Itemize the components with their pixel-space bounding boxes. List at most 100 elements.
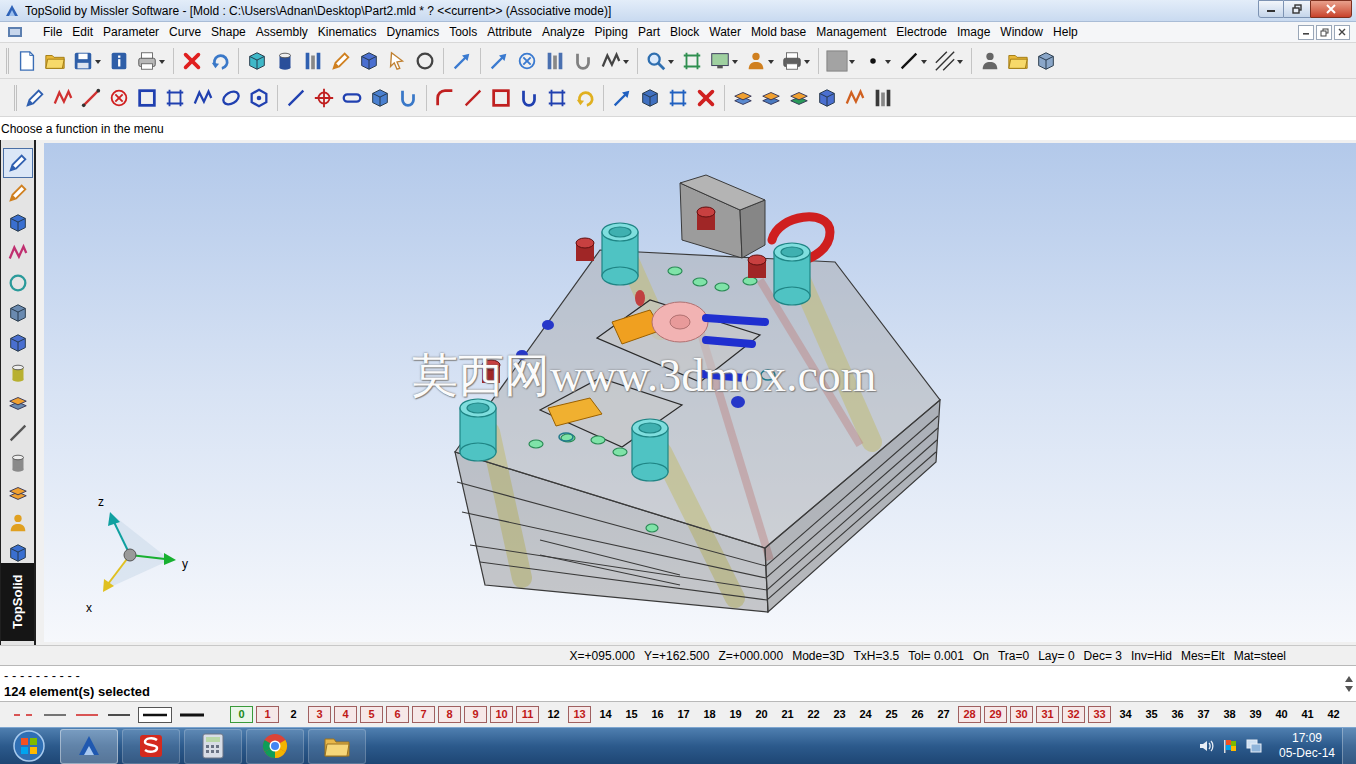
menu-item[interactable]: Mold base [746, 23, 811, 41]
polyline-button[interactable] [49, 83, 77, 113]
dropdown-arrow-icon[interactable] [731, 50, 739, 72]
menu-item[interactable]: Management [811, 23, 891, 41]
layer-button[interactable]: 25 [880, 706, 903, 723]
dropdown-arrow-icon[interactable] [920, 50, 928, 72]
circle-center-button[interactable] [105, 83, 133, 113]
ejector-button[interactable] [841, 83, 869, 113]
layer-button[interactable]: 19 [724, 706, 747, 723]
dropdown-arrow-icon[interactable] [848, 50, 856, 72]
layer-button[interactable]: 34 [1114, 706, 1137, 723]
sketch-button[interactable] [21, 83, 49, 113]
layer-button[interactable]: 8 [438, 706, 461, 723]
layer-button[interactable]: 41 [1296, 706, 1319, 723]
line-type-button[interactable] [895, 46, 931, 76]
transform-button[interactable] [636, 83, 664, 113]
edit-button[interactable] [327, 46, 355, 76]
menu-item[interactable]: Analyze [537, 23, 590, 41]
curve-menu-button[interactable] [3, 148, 33, 178]
taskbar-chrome[interactable] [246, 729, 304, 764]
menu-item[interactable]: Tools [444, 23, 482, 41]
layer-button[interactable]: 38 [1218, 706, 1241, 723]
shaded-view-button[interactable] [243, 46, 271, 76]
layer-button[interactable]: 11 [516, 706, 539, 723]
mdi-restore-button[interactable] [1316, 25, 1332, 40]
chamfer-button[interactable] [459, 83, 487, 113]
tool-button[interactable] [3, 418, 33, 448]
cooling-button[interactable] [785, 83, 813, 113]
layer-button[interactable]: 30 [1010, 706, 1033, 723]
dropdown-arrow-icon[interactable] [956, 50, 964, 72]
assembly-button[interactable] [355, 46, 383, 76]
delete-button[interactable] [178, 46, 206, 76]
menu-item[interactable]: Assembly [251, 23, 313, 41]
menu-item[interactable]: Electrode [891, 23, 952, 41]
open-file-button[interactable] [41, 46, 69, 76]
modify-button[interactable] [485, 46, 513, 76]
app-icon[interactable] [3, 3, 21, 19]
red-line-style-icon[interactable] [74, 710, 100, 720]
measure-button[interactable] [541, 46, 569, 76]
layer-button[interactable]: 5 [360, 706, 383, 723]
clock[interactable]: 17:09 05-Dec-14 [1272, 731, 1342, 761]
layer-button[interactable]: 37 [1192, 706, 1215, 723]
menu-item[interactable]: Parameter [98, 23, 164, 41]
undo-button[interactable] [206, 46, 234, 76]
curve-tools-button[interactable] [597, 46, 633, 76]
zoom-button[interactable] [642, 46, 678, 76]
display-button[interactable] [742, 46, 778, 76]
menu-item[interactable]: Dynamics [381, 23, 444, 41]
menu-item[interactable]: Attribute [482, 23, 537, 41]
trim-button[interactable] [515, 83, 543, 113]
polygon-button[interactable] [245, 83, 273, 113]
mold-plates-button[interactable] [729, 83, 757, 113]
layer-button[interactable]: 9 [464, 706, 487, 723]
speaker-icon[interactable] [1198, 738, 1214, 754]
3d-viewport[interactable]: z y x 莫西网www.3dmox.com [44, 143, 1356, 642]
layer-button[interactable]: 29 [984, 706, 1007, 723]
save-button[interactable] [69, 46, 105, 76]
network-icon[interactable] [1246, 738, 1262, 754]
layer-button[interactable]: 32 [1062, 706, 1085, 723]
taskbar-explorer[interactable] [308, 729, 366, 764]
layer-button[interactable]: 27 [932, 706, 955, 723]
menu-item[interactable]: Edit [67, 23, 98, 41]
layer-button[interactable]: 2 [282, 706, 305, 723]
restore-button[interactable] [1284, 0, 1310, 18]
fillet-button[interactable] [431, 83, 459, 113]
ellipse-button[interactable] [217, 83, 245, 113]
bold-line-style-icon[interactable] [178, 710, 206, 720]
layer-button[interactable]: 3 [308, 706, 331, 723]
point-button[interactable] [310, 83, 338, 113]
properties-button[interactable] [105, 46, 133, 76]
layer-button[interactable]: 33 [1088, 706, 1111, 723]
menu-item[interactable]: Curve [164, 23, 206, 41]
menu-item[interactable]: Part [633, 23, 665, 41]
point-style-button[interactable] [859, 46, 895, 76]
layer-button[interactable]: 18 [698, 706, 721, 723]
part-library-button[interactable] [1032, 46, 1060, 76]
break-button[interactable] [543, 83, 571, 113]
layer-button[interactable]: 39 [1244, 706, 1267, 723]
shape-button[interactable] [3, 208, 33, 238]
menu-item[interactable]: Water [704, 23, 746, 41]
menu-item[interactable]: Help [1048, 23, 1083, 41]
parallel-button[interactable] [282, 83, 310, 113]
layer-button[interactable]: 15 [620, 706, 643, 723]
zoom-all-button[interactable] [678, 46, 706, 76]
layer-button[interactable]: 42 [1322, 706, 1345, 723]
layer-button[interactable]: 22 [802, 706, 825, 723]
dropdown-arrow-icon[interactable] [767, 50, 775, 72]
close-button[interactable] [1310, 0, 1352, 18]
taskbar-calculator[interactable] [184, 729, 242, 764]
layer-button[interactable]: 17 [672, 706, 695, 723]
layer-button[interactable]: 1 [256, 706, 279, 723]
rectangle-button[interactable] [133, 83, 161, 113]
layer-button[interactable]: 28 [958, 706, 981, 723]
library-button[interactable] [1004, 46, 1032, 76]
taskbar-topsolid[interactable] [60, 729, 118, 764]
delete-element-button[interactable] [692, 83, 720, 113]
layer-button[interactable]: 35 [1140, 706, 1163, 723]
mdi-minimize-button[interactable] [1298, 25, 1314, 40]
user-button[interactable] [976, 46, 1004, 76]
render-button[interactable] [271, 46, 299, 76]
